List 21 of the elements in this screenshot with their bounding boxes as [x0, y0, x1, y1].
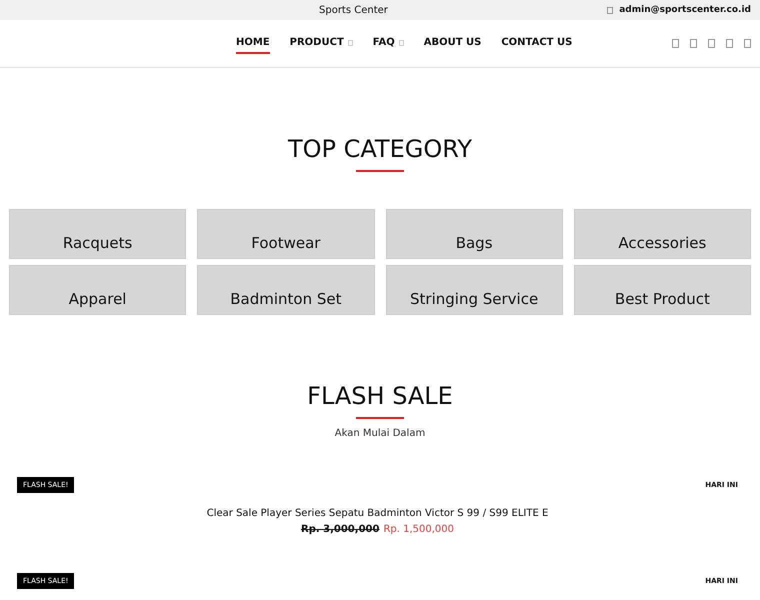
category-card[interactable]: Stringing Service — [386, 265, 563, 315]
category-card[interactable]: Bags — [386, 209, 563, 259]
category-card[interactable]: Racquets — [9, 209, 186, 259]
product-title[interactable]: Clear Sale Player Series Sepatu Badminton Victor S 99 / S99 ELITE E — [17, 508, 738, 519]
category-card[interactable]: Best Product — [574, 265, 751, 315]
category-card[interactable]: Apparel — [9, 265, 186, 315]
countdown-label: Akan Mulai Dalam — [334, 428, 426, 439]
email-text: admin@sportscenter.co.id — [619, 5, 751, 15]
nav-link[interactable]: CONTACT US — [501, 33, 572, 54]
nav-link[interactable]: FAQ — [372, 33, 404, 54]
nav-link[interactable]: PRODUCT — [290, 33, 353, 54]
category-card[interactable]: Footwear — [197, 209, 374, 259]
old-price: Rp. 3,000,000 — [301, 524, 380, 535]
site-name: Sports Center — [319, 4, 388, 16]
nav-link[interactable]: ABOUT US — [424, 33, 482, 54]
nav-link[interactable]: HOME — [236, 33, 270, 54]
section-title: TOP CATEGORY — [286, 134, 474, 164]
sale-price: Rp. 1,500,000 — [383, 524, 454, 535]
category-card[interactable]: Badminton Set — [197, 265, 374, 315]
category-card[interactable]: Accessories — [574, 209, 751, 259]
section-title: FLASH SALE — [306, 381, 454, 411]
